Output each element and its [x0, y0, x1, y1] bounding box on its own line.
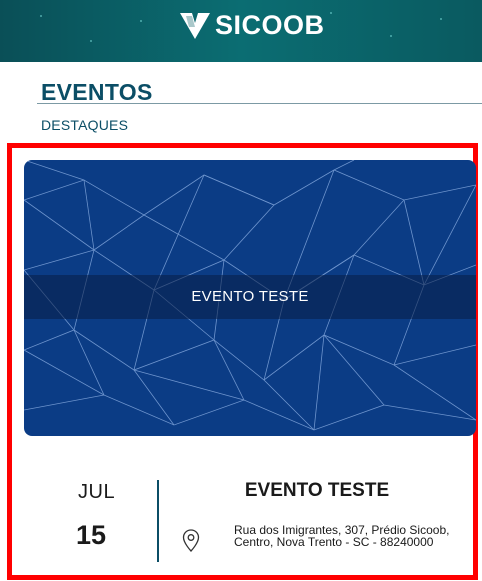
event-address: Rua dos Imigrantes, 307, Prédio Sicoob, …	[234, 523, 450, 549]
sicoob-logo-icon	[180, 12, 210, 39]
event-day: 15	[76, 520, 107, 550]
event-banner[interactable]: EVENTO TESTE	[24, 160, 476, 436]
event-card[interactable]: EVENTO TESTE JUL 15 EVENTO TESTE Rua dos…	[7, 143, 478, 580]
section-subtitle: DESTAQUES	[41, 117, 129, 133]
event-title[interactable]: EVENTO TESTE	[202, 480, 432, 502]
location-pin-icon	[182, 529, 200, 558]
event-month: JUL	[78, 481, 116, 503]
brand-logo[interactable]: SICOOB	[180, 10, 325, 41]
date-divider	[157, 480, 159, 562]
brand-name: SICOOB	[215, 10, 325, 40]
title-divider	[37, 103, 482, 104]
banner-title: EVENTO TESTE	[191, 288, 309, 305]
app-header: SICOOB	[0, 0, 482, 62]
page-title: EVENTOS	[41, 79, 153, 105]
